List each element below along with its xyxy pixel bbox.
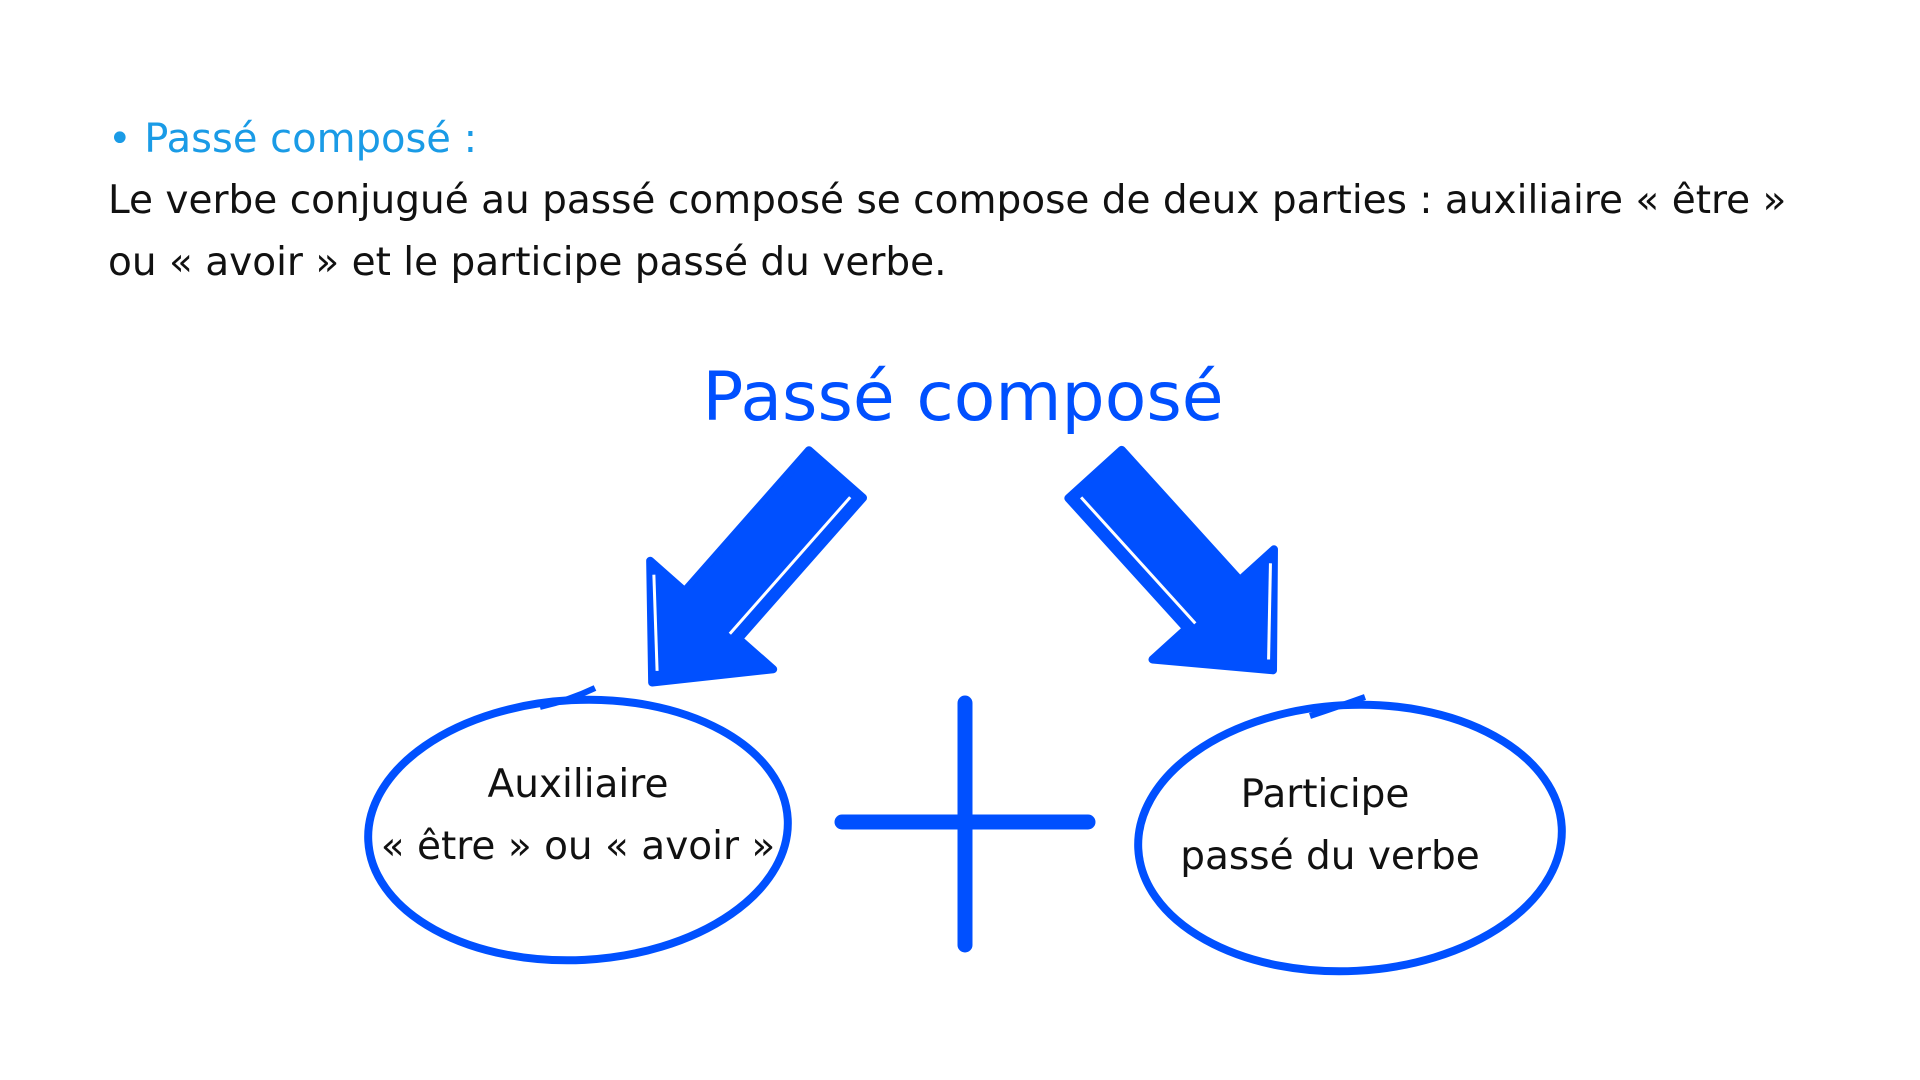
diagram-graphics bbox=[364, 445, 1566, 976]
arrow-down-right-icon bbox=[1064, 445, 1278, 675]
left-box-line-1: Auxiliaire bbox=[487, 762, 669, 807]
right-box-line-2: passé du verbe bbox=[1180, 834, 1480, 879]
left-box-line-2: « être » ou « avoir » bbox=[380, 824, 776, 869]
plus-icon bbox=[834, 695, 1096, 953]
right-box-line-1: Participe bbox=[1240, 772, 1410, 817]
arrow-down-left-icon bbox=[646, 446, 868, 687]
